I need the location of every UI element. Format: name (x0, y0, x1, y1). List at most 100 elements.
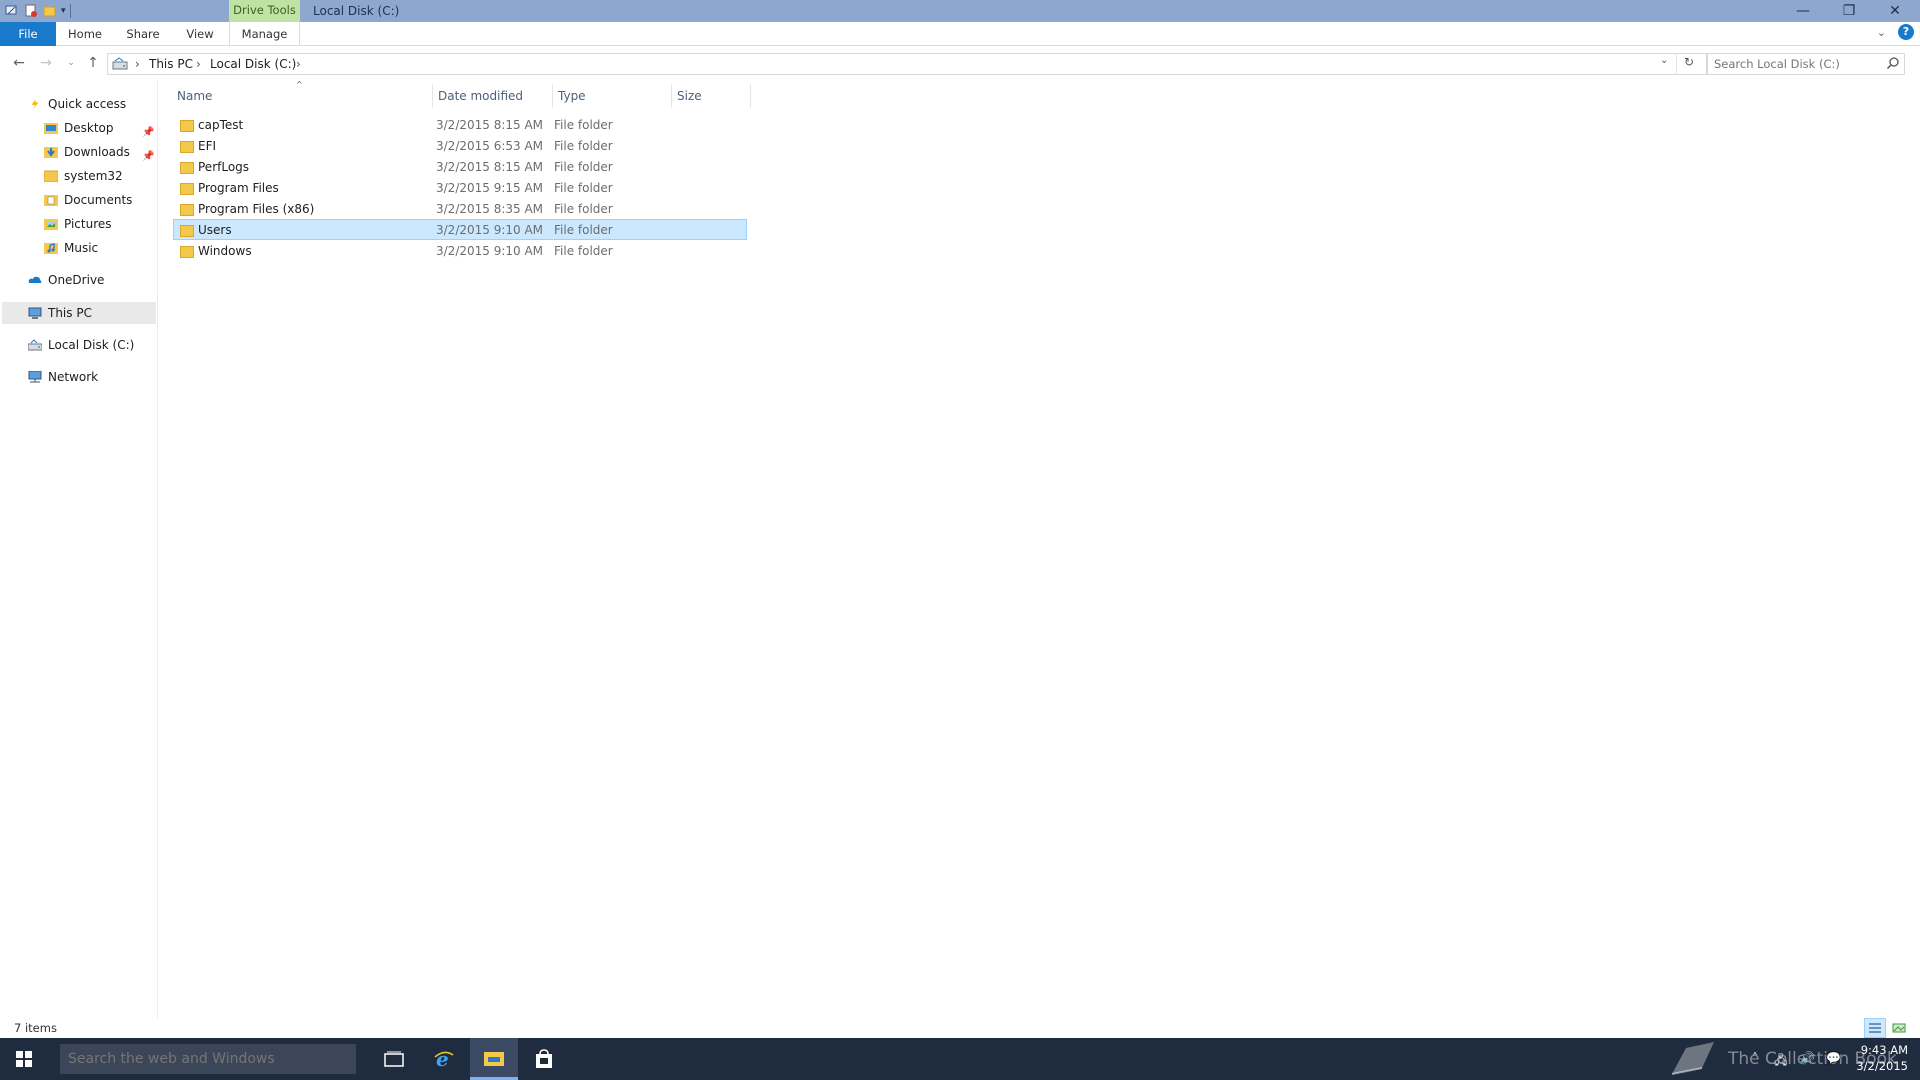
breadcrumb-local-disk[interactable]: Local Disk (C:) (210, 54, 296, 74)
drive-location-icon (112, 57, 128, 70)
breadcrumb-separator-icon: › (296, 57, 301, 71)
column-divider[interactable] (432, 84, 433, 108)
properties-icon[interactable] (4, 3, 19, 18)
address-bar[interactable]: › This PC › Local Disk (C:) › ⌄ ↻ (107, 53, 1707, 75)
file-date: 3/2/2015 9:15 AM (436, 181, 544, 195)
file-date: 3/2/2015 8:15 AM (436, 160, 544, 174)
refresh-icon[interactable]: ↻ (1684, 55, 1694, 69)
file-row-selected[interactable]: Users 3/2/2015 9:10 AM File folder (173, 219, 747, 240)
address-divider (1676, 54, 1677, 74)
details-view-button[interactable] (1864, 1018, 1886, 1038)
clock-time: 9:43 AM (1860, 1043, 1908, 1057)
column-divider[interactable] (552, 84, 553, 108)
recent-locations-icon[interactable]: ⌄ (62, 54, 80, 72)
minimize-button[interactable]: — (1780, 0, 1826, 22)
svg-text:e: e (436, 1048, 449, 1070)
column-header-size[interactable]: Size (677, 87, 702, 105)
folder-icon (180, 225, 194, 237)
volume-icon[interactable]: 🔊 (1800, 1051, 1815, 1065)
internet-explorer-button[interactable]: e (420, 1038, 468, 1080)
file-explorer-icon (484, 1051, 504, 1066)
nav-onedrive[interactable]: OneDrive (28, 269, 104, 291)
tab-manage[interactable]: Manage (229, 22, 300, 46)
nav-label: Local Disk (C:) (48, 338, 135, 352)
file-explorer-button[interactable] (470, 1038, 518, 1080)
pin-icon[interactable]: 📌 (142, 146, 154, 168)
column-header-name[interactable]: Name (177, 87, 212, 105)
column-divider[interactable] (750, 84, 751, 108)
computer-icon (28, 307, 42, 319)
nav-item-pictures[interactable]: Pictures (44, 213, 112, 235)
back-arrow-icon[interactable]: ← (10, 54, 28, 72)
windows-logo-icon (16, 1051, 32, 1067)
up-arrow-icon[interactable]: ↑ (84, 54, 102, 72)
large-icons-view-icon (1892, 1023, 1906, 1033)
breadcrumb-this-pc[interactable]: This PC (149, 54, 193, 74)
book-logo-icon (1671, 1042, 1714, 1075)
address-dropdown-icon[interactable]: ⌄ (1660, 55, 1668, 66)
drive-tools-context-tab[interactable]: Drive Tools (229, 0, 300, 22)
nav-label: OneDrive (48, 273, 105, 287)
nav-network[interactable]: Network (28, 366, 98, 388)
expand-ribbon-icon[interactable]: ⌄ (1877, 26, 1886, 39)
nav-item-documents[interactable]: Documents (44, 189, 132, 211)
internet-explorer-icon: e (434, 1048, 454, 1070)
window-title: Local Disk (C:) (313, 4, 400, 18)
store-button[interactable] (520, 1038, 568, 1080)
taskbar-search-box (60, 1044, 356, 1074)
nav-item-system32[interactable]: system32 (44, 165, 123, 187)
file-row[interactable]: Windows 3/2/2015 9:10 AM File folder (173, 240, 747, 261)
help-icon[interactable]: ? (1898, 24, 1914, 40)
nav-label: Network (48, 370, 99, 384)
tray-overflow-icon[interactable]: ˄ (1752, 1051, 1758, 1065)
file-row[interactable]: Program Files 3/2/2015 9:15 AM File fold… (173, 177, 747, 198)
file-date: 3/2/2015 9:10 AM (436, 244, 544, 258)
search-box (1707, 53, 1905, 75)
tab-home[interactable]: Home (64, 22, 106, 46)
tab-share[interactable]: Share (122, 22, 164, 46)
nav-item-desktop[interactable]: Desktop 📌 (44, 117, 158, 139)
qat-dropdown-icon[interactable]: ▾ (61, 6, 66, 16)
file-row[interactable]: EFI 3/2/2015 6:53 AM File folder (173, 135, 747, 156)
nav-quick-access[interactable]: Quick access (28, 93, 126, 115)
nav-label: Documents (64, 193, 133, 207)
file-date: 3/2/2015 8:15 AM (436, 118, 544, 132)
column-header-type[interactable]: Type (558, 87, 586, 105)
taskbar-clock[interactable]: 9:43 AM 3/2/2015 (1850, 1042, 1908, 1074)
search-icon[interactable] (1886, 56, 1900, 70)
forward-arrow-icon[interactable]: → (37, 54, 55, 72)
breadcrumb-separator-icon: › (135, 57, 140, 71)
nav-this-pc[interactable]: This PC (28, 302, 92, 324)
task-view-button[interactable] (370, 1038, 418, 1080)
taskbar-search-input[interactable] (60, 1044, 350, 1074)
file-type: File folder (554, 181, 613, 195)
search-input[interactable] (1708, 54, 1878, 74)
folder-icon (180, 141, 194, 153)
restore-button[interactable]: ❐ (1826, 0, 1872, 22)
close-button[interactable]: ✕ (1872, 0, 1918, 22)
file-type: File folder (554, 202, 613, 216)
quick-access-toolbar: ▾ (4, 3, 71, 18)
action-center-icon[interactable]: 💬 (1826, 1051, 1841, 1065)
nav-item-downloads[interactable]: Downloads 📌 (44, 141, 158, 163)
nav-local-disk[interactable]: Local Disk (C:) (28, 334, 134, 356)
pictures-folder-icon (44, 219, 58, 230)
nav-item-music[interactable]: Music (44, 237, 98, 259)
desktop-folder-icon (44, 123, 58, 134)
file-name: Users (198, 223, 232, 237)
start-button[interactable] (0, 1038, 48, 1080)
column-divider[interactable] (671, 84, 672, 108)
tab-view[interactable]: View (182, 22, 218, 46)
new-document-icon[interactable] (23, 3, 38, 18)
qat-divider (69, 3, 71, 18)
file-row[interactable]: Program Files (x86) 3/2/2015 8:35 AM Fil… (173, 198, 747, 219)
tab-file[interactable]: File (0, 22, 56, 46)
large-icons-view-button[interactable] (1888, 1018, 1910, 1038)
new-folder-icon[interactable] (42, 3, 57, 18)
file-date: 3/2/2015 8:35 AM (436, 202, 544, 216)
column-header-date[interactable]: Date modified (438, 87, 523, 105)
nav-label: Quick access (48, 97, 127, 111)
network-tray-icon[interactable]: 🖧 (1774, 1051, 1787, 1072)
file-row[interactable]: capTest 3/2/2015 8:15 AM File folder (173, 114, 747, 135)
file-row[interactable]: PerfLogs 3/2/2015 8:15 AM File folder (173, 156, 747, 177)
